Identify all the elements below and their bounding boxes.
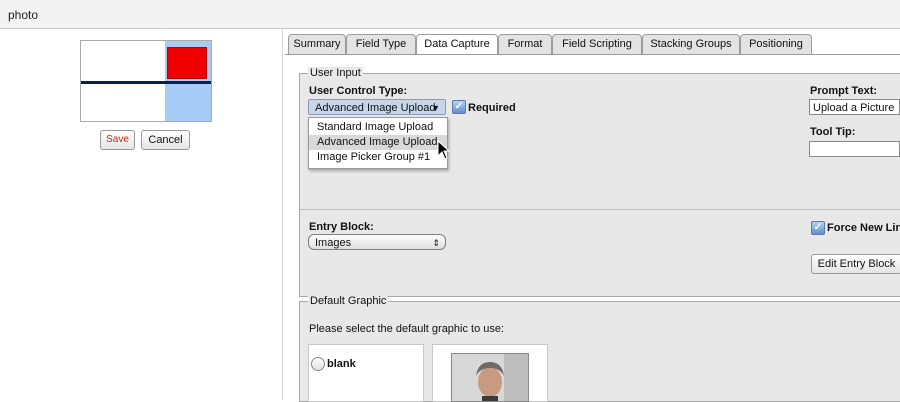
control-type-select[interactable]: Advanced Image Upload ▼ xyxy=(308,99,446,115)
default-graphic-legend: Default Graphic xyxy=(308,295,389,307)
entry-block-label: Entry Block: xyxy=(309,221,374,233)
save-button[interactable]: Save xyxy=(100,130,135,150)
option-standard-image-upload[interactable]: Standard Image Upload xyxy=(309,120,447,135)
tab-format[interactable]: Format xyxy=(498,34,552,54)
tool-tip-label: Tool Tip: xyxy=(810,126,856,138)
tool-tip-input[interactable] xyxy=(809,141,900,157)
tab-positioning[interactable]: Positioning xyxy=(740,34,812,54)
entry-block-value: Images xyxy=(315,237,352,249)
tab-field-scripting[interactable]: Field Scripting xyxy=(552,34,642,54)
user-input-separator xyxy=(300,209,900,210)
control-type-label: User Control Type: xyxy=(309,85,408,97)
blank-option-card[interactable] xyxy=(308,344,424,402)
required-label: Required xyxy=(468,102,516,114)
chevron-down-icon: ▼ xyxy=(431,103,440,113)
user-input-legend: User Input xyxy=(308,67,363,79)
window-title: photo xyxy=(8,8,39,22)
force-new-line-label: Force New Lin xyxy=(827,222,900,234)
control-type-value: Advanced Image Upload xyxy=(315,102,436,114)
tab-field-type[interactable]: Field Type xyxy=(346,34,416,54)
edit-entry-block-button[interactable]: Edit Entry Block xyxy=(811,254,900,274)
control-type-dropdown: Standard Image Upload Advanced Image Upl… xyxy=(308,117,448,169)
updown-arrows-icon: ⇕ xyxy=(432,238,440,248)
pane-divider[interactable] xyxy=(282,29,283,400)
tab-bar: Summary Field Type Data Capture Format F… xyxy=(288,34,900,55)
default-photo-thumbnail xyxy=(451,353,529,402)
preview-photo-field[interactable] xyxy=(167,47,207,79)
prompt-text-input[interactable]: Upload a Picture xyxy=(809,99,900,115)
cancel-button[interactable]: Cancel xyxy=(141,130,190,150)
required-checkbox[interactable]: ✓ xyxy=(452,100,466,114)
prompt-text-label: Prompt Text: xyxy=(810,85,878,97)
blank-label: blank xyxy=(327,358,356,370)
layout-preview xyxy=(80,40,212,122)
default-graphic-instruction: Please select the default graphic to use… xyxy=(309,323,505,335)
force-new-line-checkbox[interactable]: ✓ xyxy=(811,221,825,235)
mouse-pointer-icon xyxy=(437,139,451,163)
window-titlebar: photo xyxy=(0,0,900,29)
preview-divider-line xyxy=(81,81,211,84)
option-image-picker-group[interactable]: Image Picker Group #1 xyxy=(309,150,447,165)
entry-block-select[interactable]: Images ⇕ xyxy=(308,234,446,250)
tab-data-capture[interactable]: Data Capture xyxy=(416,34,498,55)
option-advanced-image-upload[interactable]: Advanced Image Upload xyxy=(309,135,447,150)
tab-summary[interactable]: Summary xyxy=(288,34,346,54)
blank-radio[interactable] xyxy=(311,357,325,371)
tab-stacking-groups[interactable]: Stacking Groups xyxy=(642,34,740,54)
